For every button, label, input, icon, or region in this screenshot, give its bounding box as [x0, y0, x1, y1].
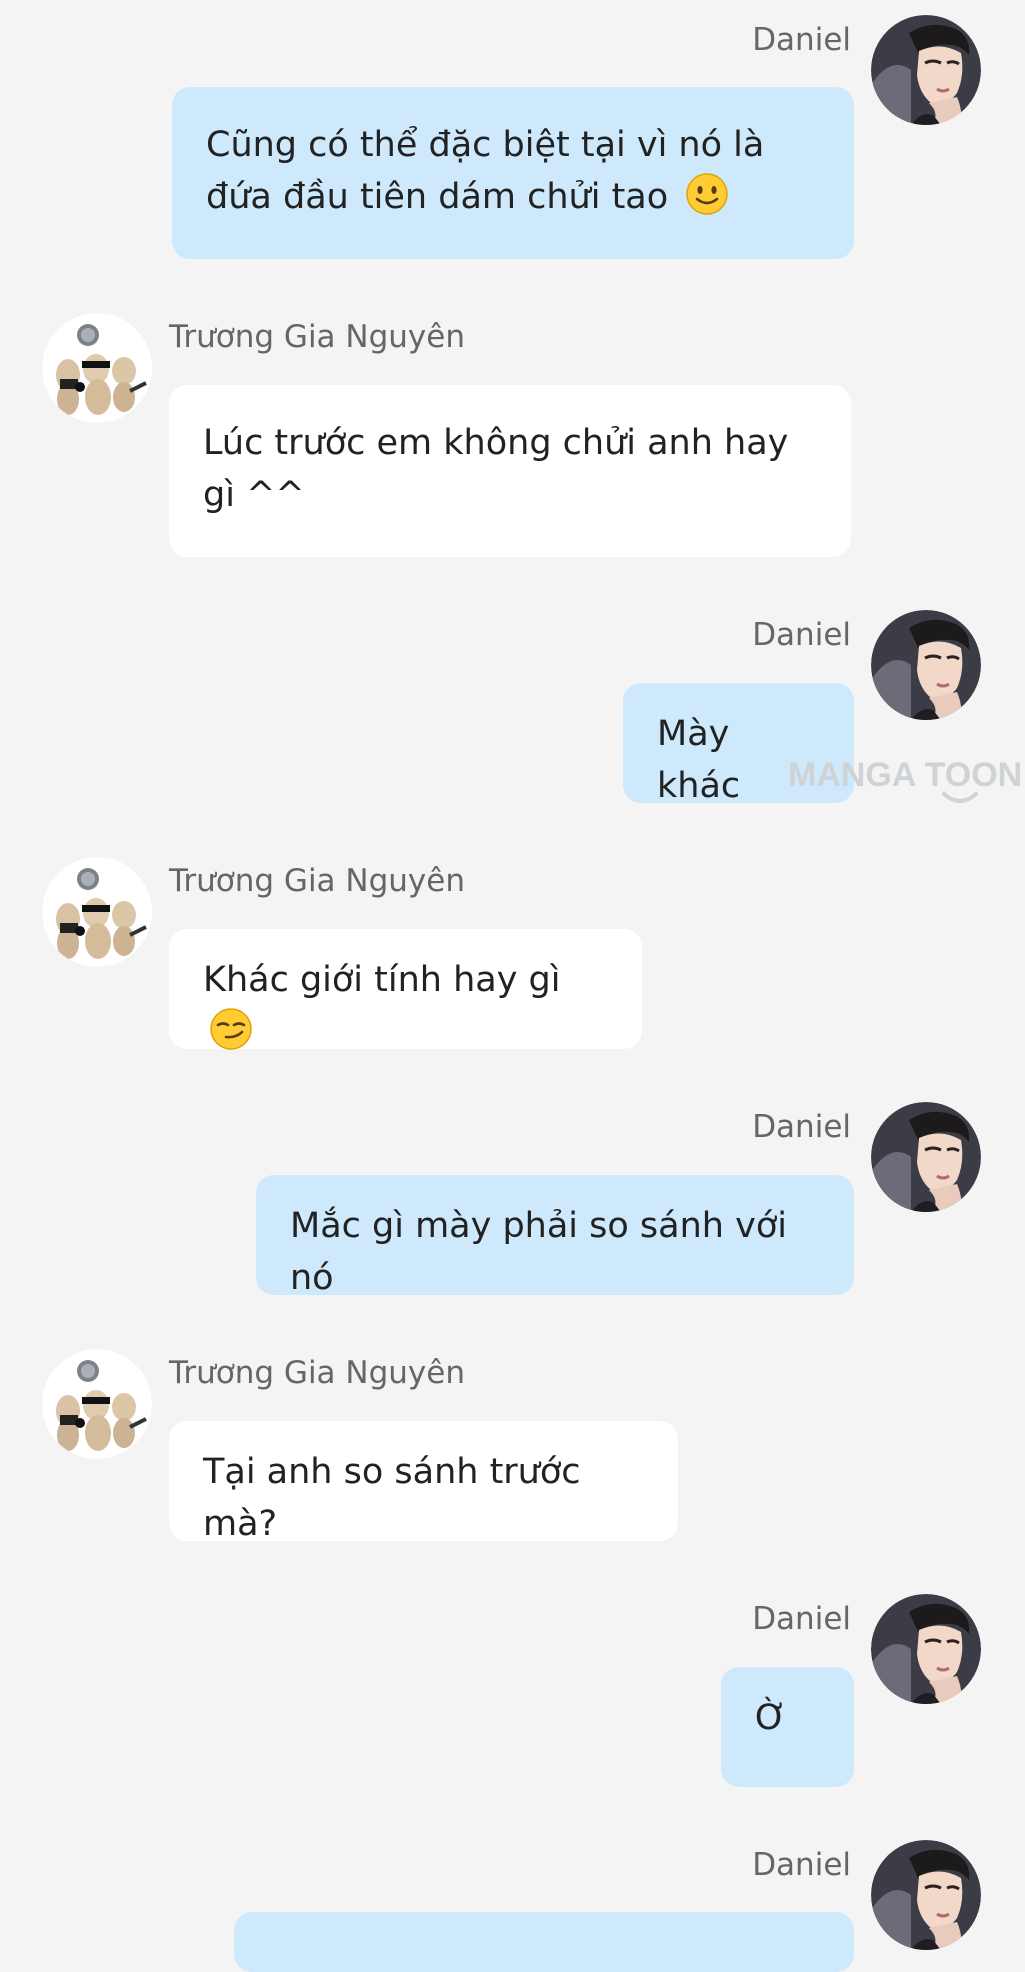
message-text: Mày khác [657, 714, 741, 806]
sender-name: Trương Gia Nguyên [169, 319, 465, 355]
message-bubble[interactable]: Lúc trước em không chửi anh hay gì ^^ [169, 385, 851, 557]
message-text: Lúc trước em không chửi anh hay gì ^^ [203, 423, 789, 515]
message-text: Cũng có thể đặc biệt tại vì nó là đứa đầ… [206, 125, 765, 217]
watermark-smile-icon [942, 792, 978, 803]
message-bubble[interactable]: Mắc gì mày phải so sánh với nó [256, 1175, 854, 1298]
daniel-avatar[interactable] [871, 1594, 981, 1704]
sender-name: Trương Gia Nguyên [169, 1355, 465, 1391]
daniel-avatar[interactable] [871, 1840, 981, 1950]
message-text: Mắc gì mày phải so sánh với nó [290, 1206, 787, 1298]
watermark: MANGA TOON [788, 756, 1023, 794]
message-bubble[interactable] [234, 1912, 854, 1972]
daniel-avatar[interactable] [871, 610, 981, 720]
message-bubble[interactable]: Tại anh so sánh trước mà? [169, 1421, 678, 1544]
message-bubble[interactable]: Cũng có thể đặc biệt tại vì nó là đứa đầ… [172, 87, 854, 259]
smirking-face-icon [210, 1008, 252, 1050]
daniel-avatar[interactable] [871, 1102, 981, 1212]
sender-name: Daniel [752, 1601, 851, 1637]
cats-group-avatar[interactable] [42, 1349, 152, 1459]
sender-name: Daniel [752, 22, 851, 58]
sender-name: Daniel [752, 617, 851, 653]
message-text: Khác giới tính hay gì [203, 960, 561, 1000]
sender-name: Daniel [752, 1847, 851, 1883]
message-bubble[interactable]: Khác giới tính hay gì [169, 929, 642, 1050]
slightly-smiling-face-icon [686, 173, 729, 215]
message-text: Ờ [755, 1698, 787, 1738]
message-text: Tại anh so sánh trước mà? [203, 1452, 581, 1544]
cats-group-avatar[interactable] [42, 857, 152, 967]
sender-name: Trương Gia Nguyên [169, 863, 465, 899]
cats-group-avatar[interactable] [42, 313, 152, 423]
message-bubble[interactable]: Ờ [721, 1667, 854, 1787]
sender-name: Daniel [752, 1109, 851, 1145]
daniel-avatar[interactable] [871, 15, 981, 125]
